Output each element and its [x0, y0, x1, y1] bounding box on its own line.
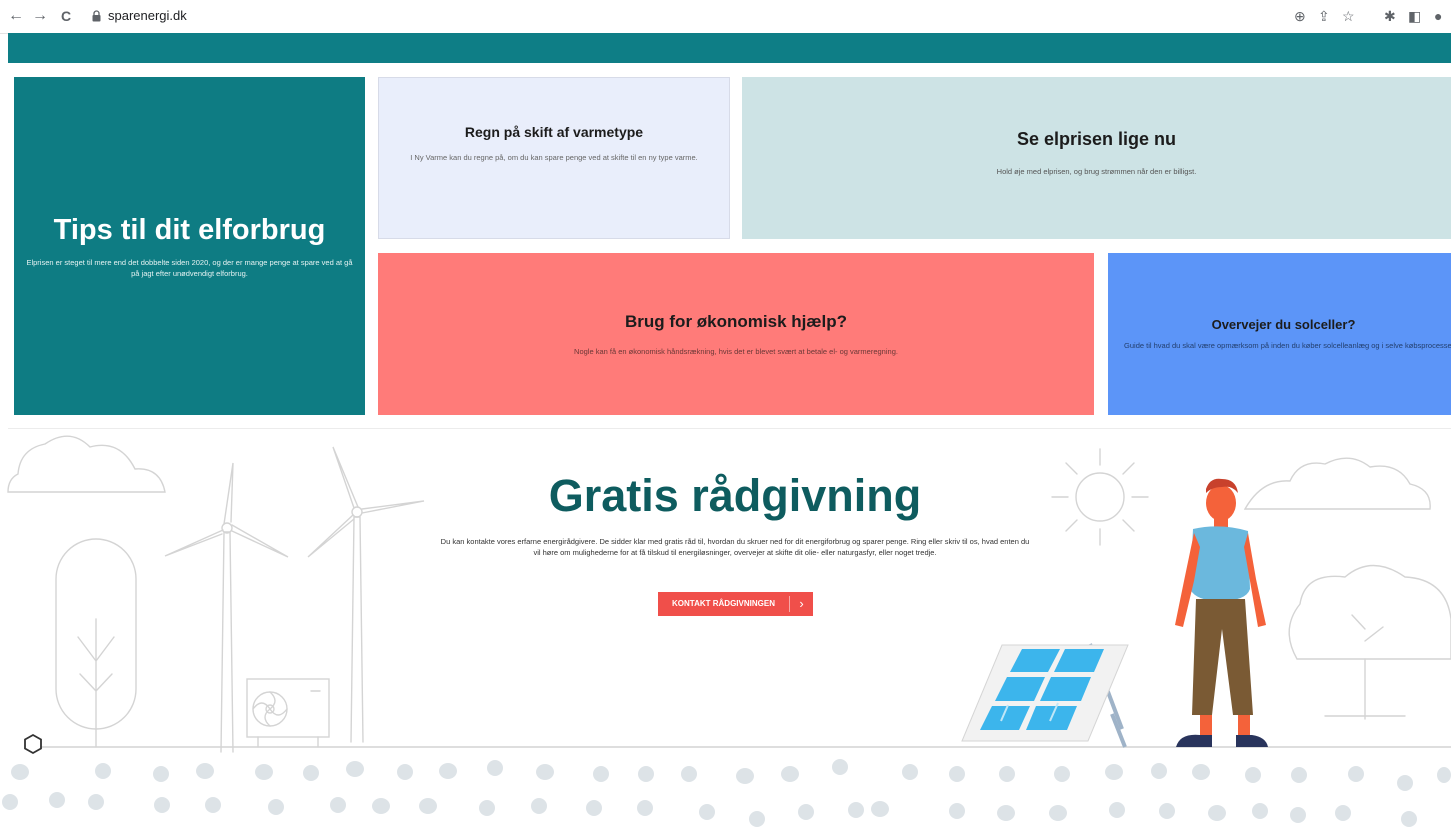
forward-icon[interactable]: →: [30, 6, 50, 26]
chevron-right-icon: ›: [799, 596, 804, 611]
card-text: Hold øje med elprisen, og brug strømmen …: [996, 167, 1197, 176]
header-bar: [8, 33, 1451, 63]
heat-pump-icon: [246, 678, 330, 748]
card-title: Brug for økonomisk hjælp?: [625, 311, 847, 331]
card-title: Regn på skift af varmetype: [464, 123, 644, 140]
button-label: KONTAKT RÅDGIVNINGEN: [672, 599, 775, 608]
reload-icon[interactable]: C: [56, 6, 76, 26]
accessibility-widget-icon[interactable]: [22, 733, 44, 755]
hero-title: Gratis rådgivning: [548, 470, 922, 521]
card-text: Guide til hvad du skal være opmærksom på…: [1124, 341, 1451, 350]
kontakt-raadgivningen-button[interactable]: KONTAKT RÅDGIVNINGEN ›: [658, 592, 813, 616]
person-illustration: [1175, 478, 1268, 747]
profile-icon[interactable]: ●: [1434, 8, 1442, 24]
zoom-icon[interactable]: ⊕: [1294, 8, 1306, 24]
card-tips-elforbrug[interactable]: Tips til dit elforbrug Elprisen er stege…: [14, 77, 365, 415]
browser-toolbar: ← → C sparenergi.dk ⊕ ⇪ ☆ ✱ ◧ ●: [0, 0, 1451, 34]
sidebar-icon[interactable]: ◧: [1408, 8, 1421, 24]
lock-icon: [92, 10, 101, 22]
sun-icon: [1051, 448, 1149, 546]
cloud-icon: [1243, 457, 1431, 510]
address-bar[interactable]: sparenergi.dk: [108, 8, 187, 23]
solar-panel-icon: [961, 643, 1129, 748]
tree-icon: [1288, 564, 1451, 720]
card-solceller[interactable]: Overvejer du solceller? Guide til hvad d…: [1108, 253, 1451, 415]
card-text: Elprisen er steget til mere end det dobb…: [26, 257, 353, 278]
card-text: I Ny Varme kan du regne på, om du kan sp…: [410, 152, 698, 162]
card-regn-varmetype[interactable]: Regn på skift af varmetype I Ny Varme ka…: [378, 77, 730, 239]
card-okonomisk-hjaelp[interactable]: Brug for økonomisk hjælp? Nogle kan få e…: [378, 253, 1094, 415]
hero-text: Du kan kontakte vores erfarne energirådg…: [440, 537, 1030, 557]
card-title: Tips til dit elforbrug: [53, 213, 326, 246]
share-icon[interactable]: ⇪: [1318, 8, 1330, 24]
wind-turbine-icon: [307, 446, 425, 743]
extensions-icon[interactable]: ✱: [1384, 8, 1396, 24]
card-text: Nogle kan få en økonomisk håndsrækning, …: [574, 346, 898, 356]
cloud-icon: [7, 435, 166, 493]
card-title: Overvejer du solceller?: [1211, 317, 1356, 332]
star-icon[interactable]: ☆: [1342, 8, 1355, 24]
card-title: Se elprisen lige nu: [1016, 129, 1177, 149]
card-elprisen[interactable]: Se elprisen lige nu Hold øje med elprise…: [742, 77, 1451, 239]
back-icon[interactable]: ←: [6, 6, 26, 26]
